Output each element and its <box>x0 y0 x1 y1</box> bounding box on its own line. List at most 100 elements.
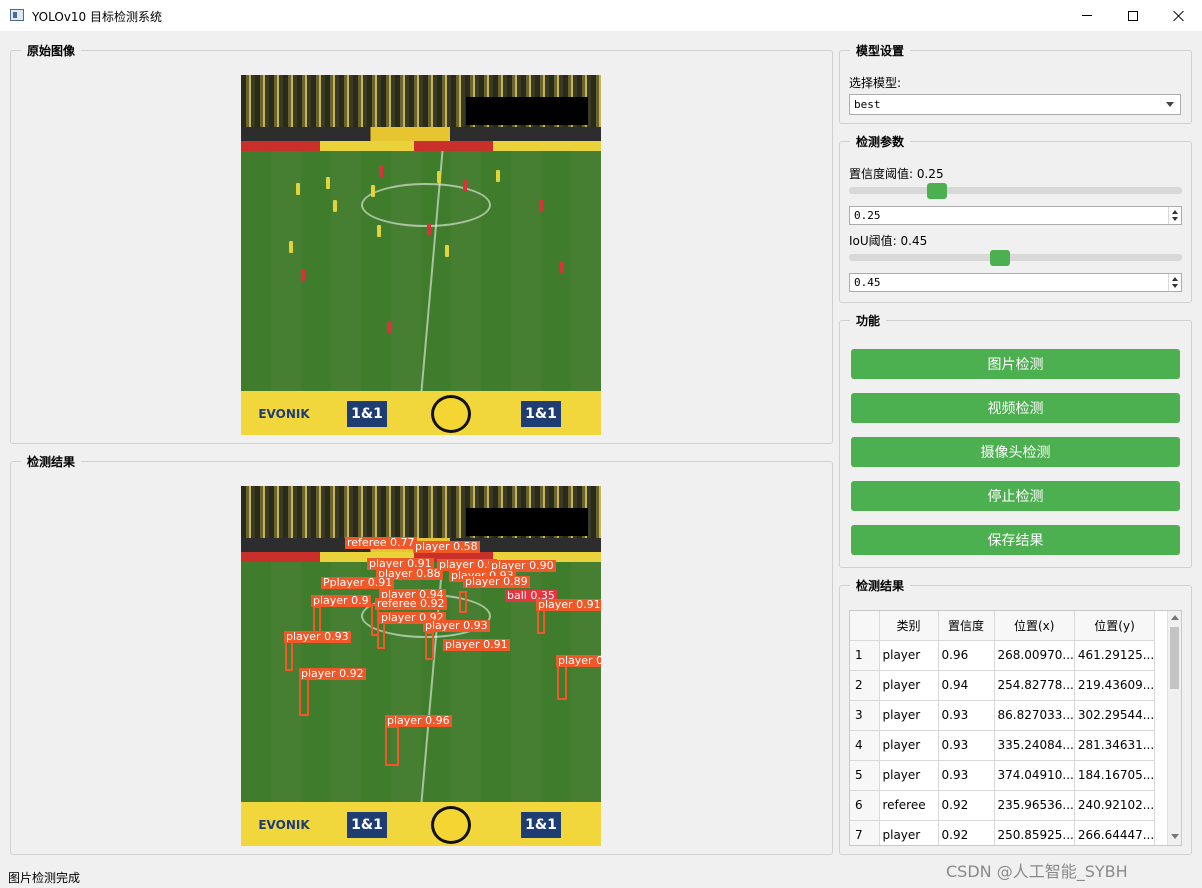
watermark: CSDN @人工智能_SYBH <box>946 862 1128 881</box>
table-row[interactable]: 4 player 0.93 335.24084... 281.34631... <box>850 730 1156 761</box>
cell-confidence[interactable]: 0.93 <box>938 700 995 731</box>
sponsor-evonik: EVONIK <box>247 812 321 838</box>
cell-class[interactable]: player <box>879 730 939 761</box>
detection-box <box>285 641 293 671</box>
arrow-up-icon[interactable] <box>1172 210 1178 214</box>
cell-confidence[interactable]: 0.93 <box>938 730 995 761</box>
cell-confidence[interactable]: 0.94 <box>938 670 995 701</box>
redaction-block <box>466 508 588 536</box>
maximize-button[interactable] <box>1110 0 1156 31</box>
row-number[interactable]: 6 <box>850 790 880 821</box>
close-icon <box>1173 10 1185 22</box>
table-row[interactable]: 7 player 0.92 250.85925... 266.64447... <box>850 820 1156 845</box>
row-number[interactable]: 7 <box>850 820 880 845</box>
cell-x[interactable]: 254.82778... <box>994 670 1075 701</box>
result-table[interactable]: 类别 置信度 位置(x) 位置(y) 1 player 0.96 268.009… <box>849 610 1182 846</box>
cell-y[interactable]: 184.16705... <box>1074 760 1156 791</box>
column-header[interactable]: 位置(x) <box>994 611 1075 641</box>
cell-confidence[interactable]: 0.92 <box>938 820 995 845</box>
column-header[interactable]: 类别 <box>879 611 939 641</box>
minimize-icon <box>1082 15 1092 16</box>
scroll-up-icon[interactable] <box>1171 615 1179 620</box>
stop-detect-button[interactable]: 停止检测 <box>851 481 1180 511</box>
scroll-down-icon[interactable] <box>1171 834 1179 839</box>
save-result-button[interactable]: 保存结果 <box>851 525 1180 555</box>
conf-threshold-label: 置信度阈值: 0.25 <box>849 167 944 181</box>
scrollbar-thumb[interactable] <box>1170 627 1179 689</box>
cell-x[interactable]: 250.85925... <box>994 820 1075 845</box>
cell-class[interactable]: player <box>879 670 939 701</box>
cell-x[interactable]: 86.827033... <box>994 700 1075 731</box>
iou-spinbox[interactable]: 0.45 <box>849 273 1182 292</box>
cell-y[interactable]: 281.34631... <box>1074 730 1156 761</box>
conf-spinbox[interactable]: 0.25 <box>849 206 1182 225</box>
title-bar: YOLOv10 目标检测系统 <box>0 0 1202 31</box>
video-detect-button[interactable]: 视频检测 <box>851 393 1180 423</box>
model-select[interactable]: best <box>849 94 1181 115</box>
cell-x[interactable]: 235.96536... <box>994 790 1075 821</box>
column-header[interactable]: 位置(y) <box>1074 611 1156 641</box>
cell-confidence[interactable]: 0.96 <box>938 640 995 671</box>
detection-label: player 0.92 <box>299 667 366 680</box>
iou-spin-arrows[interactable] <box>1168 274 1181 291</box>
table-row[interactable]: 3 player 0.93 86.827033... 302.29544... <box>850 700 1156 731</box>
cell-confidence[interactable]: 0.93 <box>938 760 995 791</box>
cell-class[interactable]: player <box>879 820 939 845</box>
cell-x[interactable]: 268.00970... <box>994 640 1075 671</box>
close-button[interactable] <box>1156 0 1202 31</box>
cell-y[interactable]: 240.92102... <box>1074 790 1156 821</box>
conf-slider-handle[interactable] <box>927 183 947 199</box>
detection-box <box>425 632 434 660</box>
corner-cell[interactable] <box>850 611 880 641</box>
sponsor-1and1: 1&1 <box>347 401 387 427</box>
cell-class[interactable]: player <box>879 700 939 731</box>
cell-confidence[interactable]: 0.92 <box>938 790 995 821</box>
detection-box <box>557 664 567 700</box>
table-row[interactable]: 2 player 0.94 254.82778... 219.43609... <box>850 670 1156 701</box>
original-image: EVONIK 1&1 1&1 <box>241 75 601 435</box>
detection-box <box>377 621 385 649</box>
detection-label: player 0.96 <box>385 714 452 727</box>
row-number[interactable]: 2 <box>850 670 880 701</box>
row-number[interactable]: 5 <box>850 760 880 791</box>
iou-slider-handle[interactable] <box>990 250 1010 266</box>
table-row[interactable]: 5 player 0.93 374.04910... 184.16705... <box>850 760 1156 791</box>
conf-slider[interactable] <box>849 187 1182 194</box>
iou-slider[interactable] <box>849 254 1182 261</box>
cell-y[interactable]: 461.29125... <box>1074 640 1156 671</box>
cell-class[interactable]: player <box>879 640 939 671</box>
arrow-up-icon[interactable] <box>1172 277 1178 281</box>
table-header-row: 类别 置信度 位置(x) 位置(y) <box>850 611 1156 641</box>
cell-class[interactable]: player <box>879 760 939 791</box>
camera-detect-button[interactable]: 摄像头检测 <box>851 437 1180 467</box>
cell-y[interactable]: 266.64447... <box>1074 820 1156 845</box>
group-title-result: 检测结果 <box>21 453 82 470</box>
arrow-down-icon[interactable] <box>1172 217 1178 221</box>
row-number[interactable]: 4 <box>850 730 880 761</box>
app-icon <box>10 9 24 21</box>
table-scrollbar[interactable] <box>1167 611 1181 845</box>
table-row[interactable]: 6 referee 0.92 235.96536... 240.92102... <box>850 790 1156 821</box>
row-number[interactable]: 1 <box>850 640 880 671</box>
bvb-logo <box>431 806 471 844</box>
minimize-button[interactable] <box>1064 0 1110 31</box>
detection-label: referee 0.92 <box>375 597 447 610</box>
detection-box <box>385 726 399 766</box>
iou-threshold-label: IoU阈值: 0.45 <box>849 234 928 248</box>
row-number[interactable]: 3 <box>850 700 880 731</box>
window-title: YOLOv10 目标检测系统 <box>32 10 163 24</box>
cell-x[interactable]: 374.04910... <box>994 760 1075 791</box>
cell-y[interactable]: 302.29544... <box>1074 700 1156 731</box>
detection-label: player 0.9 <box>556 655 601 667</box>
cell-x[interactable]: 335.24084... <box>994 730 1075 761</box>
detection-label: player 0.58 <box>413 540 480 553</box>
detection-box <box>299 676 309 716</box>
table-row[interactable]: 1 player 0.96 268.00970... 461.29125... <box>850 640 1156 671</box>
image-detect-button[interactable]: 图片检测 <box>851 349 1180 379</box>
cell-y[interactable]: 219.43609... <box>1074 670 1156 701</box>
column-header[interactable]: 置信度 <box>938 611 995 641</box>
arrow-down-icon[interactable] <box>1172 284 1178 288</box>
conf-spin-arrows[interactable] <box>1168 207 1181 224</box>
cell-class[interactable]: referee <box>879 790 939 821</box>
sponsor-1and1: 1&1 <box>347 812 387 838</box>
